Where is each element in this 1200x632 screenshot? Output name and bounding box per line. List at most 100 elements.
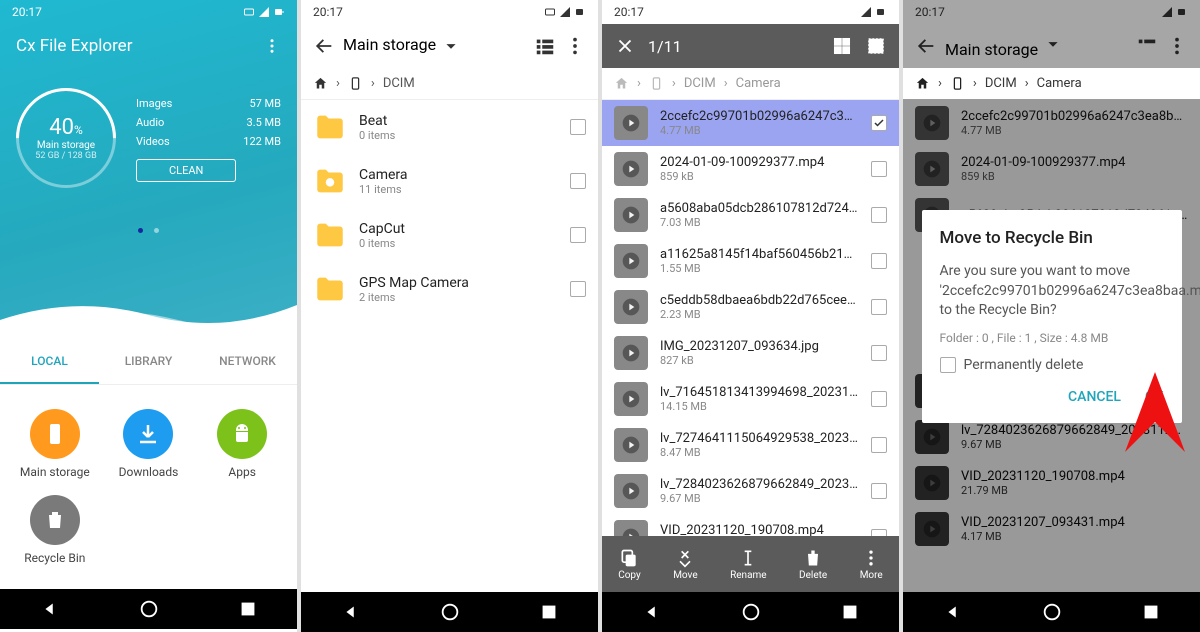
storage-ring[interactable]: 40% Main storage 52 GB / 128 GB: [16, 88, 116, 188]
select-all-icon[interactable]: [831, 35, 853, 57]
nav-recent[interactable]: [237, 598, 259, 620]
folder-camera-icon: [313, 164, 347, 198]
screen-folder-list: 20:17 Main storage › › DCIM Beat0 items …: [301, 0, 598, 632]
file-row[interactable]: lv_727464111506492953​8_2023112040112705…: [602, 422, 899, 468]
selection-count: 1/11: [648, 37, 819, 56]
tab-network[interactable]: NETWORK: [198, 340, 297, 384]
app-title: Cx File Explorer: [16, 36, 132, 56]
nav-home[interactable]: [138, 598, 160, 620]
action-bar: Copy Move Rename Delete More: [602, 536, 899, 592]
folder-list[interactable]: Beat0 items Camera11 items CapCut0 items…: [301, 100, 598, 592]
file-row[interactable]: lv_716451813413994698_20231120191129.mp4…: [602, 376, 899, 422]
checkbox[interactable]: [871, 437, 887, 453]
file-thumbnail: [614, 382, 648, 416]
nav-home[interactable]: [740, 601, 762, 623]
checkbox[interactable]: [871, 115, 887, 131]
shortcut-main-storage[interactable]: Main storage: [8, 401, 102, 487]
file-thumbnail: [614, 152, 648, 186]
nav-recent[interactable]: [538, 601, 560, 623]
checkbox[interactable]: [871, 483, 887, 499]
more-icon[interactable]: [564, 35, 586, 57]
checkbox[interactable]: [871, 345, 887, 361]
annotation-arrow: [1120, 372, 1190, 552]
file-thumbnail: [614, 474, 648, 508]
view-list-icon[interactable]: [534, 35, 556, 57]
cancel-button[interactable]: CANCEL: [1068, 389, 1121, 405]
dialog-title: Move to Recycle Bin: [940, 228, 1164, 248]
screen-file-selection: 20:17 1/11 › › DCIM › Camera 2ccefc2c997…: [602, 0, 899, 632]
file-row[interactable]: 2024-01-09-100929377.mp4859 kB: [602, 146, 899, 192]
header-title[interactable]: Main storage: [343, 35, 526, 57]
nav-recent[interactable]: [839, 601, 861, 623]
screen-delete-dialog: 20:17 Main storage › ›DCIM ›Camera 2ccef…: [903, 0, 1200, 632]
tab-library[interactable]: LIBRARY: [99, 340, 198, 384]
checkbox[interactable]: [871, 207, 887, 223]
folder-icon: [313, 110, 347, 144]
file-row[interactable]: a5608aba05dcb286107812d724861e43.mp47.03…: [602, 192, 899, 238]
action-copy[interactable]: Copy: [618, 548, 641, 581]
more-icon[interactable]: [263, 37, 281, 55]
crumb-item[interactable]: DCIM: [383, 76, 415, 91]
home-icon: [614, 76, 629, 91]
permanent-delete-checkbox[interactable]: Permanently delete: [940, 357, 1164, 373]
checkbox[interactable]: [940, 357, 956, 373]
file-row[interactable]: 2ccefc2c99701b02996a6247c3ea8baa.mp44.77…: [602, 100, 899, 146]
folder-row[interactable]: GPS Map Camera2 items: [301, 262, 598, 316]
action-rename[interactable]: Rename: [730, 548, 767, 581]
nav-back[interactable]: [942, 601, 964, 623]
checkbox[interactable]: [570, 227, 586, 243]
file-thumbnail: [614, 290, 648, 324]
action-delete[interactable]: Delete: [799, 548, 827, 581]
header: Main storage: [301, 24, 598, 68]
checkbox[interactable]: [871, 299, 887, 315]
tab-local[interactable]: LOCAL: [0, 340, 99, 384]
file-thumbnail: [614, 198, 648, 232]
folder-row[interactable]: CapCut0 items: [301, 208, 598, 262]
status-time: 20:17: [12, 5, 42, 19]
folder-row[interactable]: Camera11 items: [301, 154, 598, 208]
back-icon: [915, 35, 937, 57]
checkbox[interactable]: [871, 161, 887, 177]
storage-overview: 40% Main storage 52 GB / 128 GB Images57…: [0, 68, 297, 208]
folder-row[interactable]: Beat0 items: [301, 100, 598, 154]
selection-header: 1/11: [602, 24, 899, 68]
file-thumbnail: [614, 106, 648, 140]
screen-home: 20:17 Cx File Explorer 40% Main storage …: [0, 0, 297, 632]
file-row[interactable]: a11625a8145f14baf560456b219fcc19.mp41.55…: [602, 238, 899, 284]
dialog-stats: Folder : 0 , File : 1 , Size : 4.8 MB: [940, 331, 1164, 345]
nav-bar: [903, 592, 1200, 632]
nav-home[interactable]: [439, 601, 461, 623]
checkbox[interactable]: [570, 281, 586, 297]
checkbox[interactable]: [871, 529, 887, 536]
nav-back[interactable]: [340, 601, 362, 623]
action-more[interactable]: More: [860, 548, 883, 581]
checkbox[interactable]: [871, 253, 887, 269]
deselect-icon[interactable]: [865, 35, 887, 57]
checkbox[interactable]: [871, 391, 887, 407]
file-row[interactable]: lv_728402362687966284​9_2023112040110906…: [602, 468, 899, 514]
nav-recent[interactable]: [1140, 601, 1162, 623]
shortcut-downloads[interactable]: Downloads: [102, 401, 196, 487]
nav-back[interactable]: [39, 598, 61, 620]
status-bar: 20:17: [301, 0, 598, 24]
file-row[interactable]: c5eddb58dbaea6bdb22d765cee981fcc.mp42.23…: [602, 284, 899, 330]
file-row[interactable]: VID_20231120_190708.mp421.79 MB: [602, 514, 899, 536]
nav-home[interactable]: [1041, 601, 1063, 623]
nav-back[interactable]: [641, 601, 663, 623]
close-icon[interactable]: [614, 35, 636, 57]
home-icon[interactable]: [313, 76, 328, 91]
tabs: LOCAL LIBRARY NETWORK: [0, 340, 297, 385]
back-icon[interactable]: [313, 35, 335, 57]
checkbox[interactable]: [570, 119, 586, 135]
header: Main storage: [903, 24, 1200, 68]
phone-icon[interactable]: [348, 76, 363, 91]
file-list[interactable]: 2ccefc2c99701b02996a6247c3ea8baa.mp44.77…: [602, 100, 899, 536]
file-thumbnail: [614, 520, 648, 536]
clean-button[interactable]: CLEAN: [136, 159, 236, 182]
file-row[interactable]: IMG_20231207_093634.jpg827 kB: [602, 330, 899, 376]
checkbox[interactable]: [570, 173, 586, 189]
home-top-panel: 20:17 Cx File Explorer 40% Main storage …: [0, 0, 297, 340]
action-move[interactable]: Move: [673, 548, 697, 581]
shortcut-recycle-bin[interactable]: Recycle Bin: [8, 487, 102, 573]
shortcut-apps[interactable]: Apps: [195, 401, 289, 487]
